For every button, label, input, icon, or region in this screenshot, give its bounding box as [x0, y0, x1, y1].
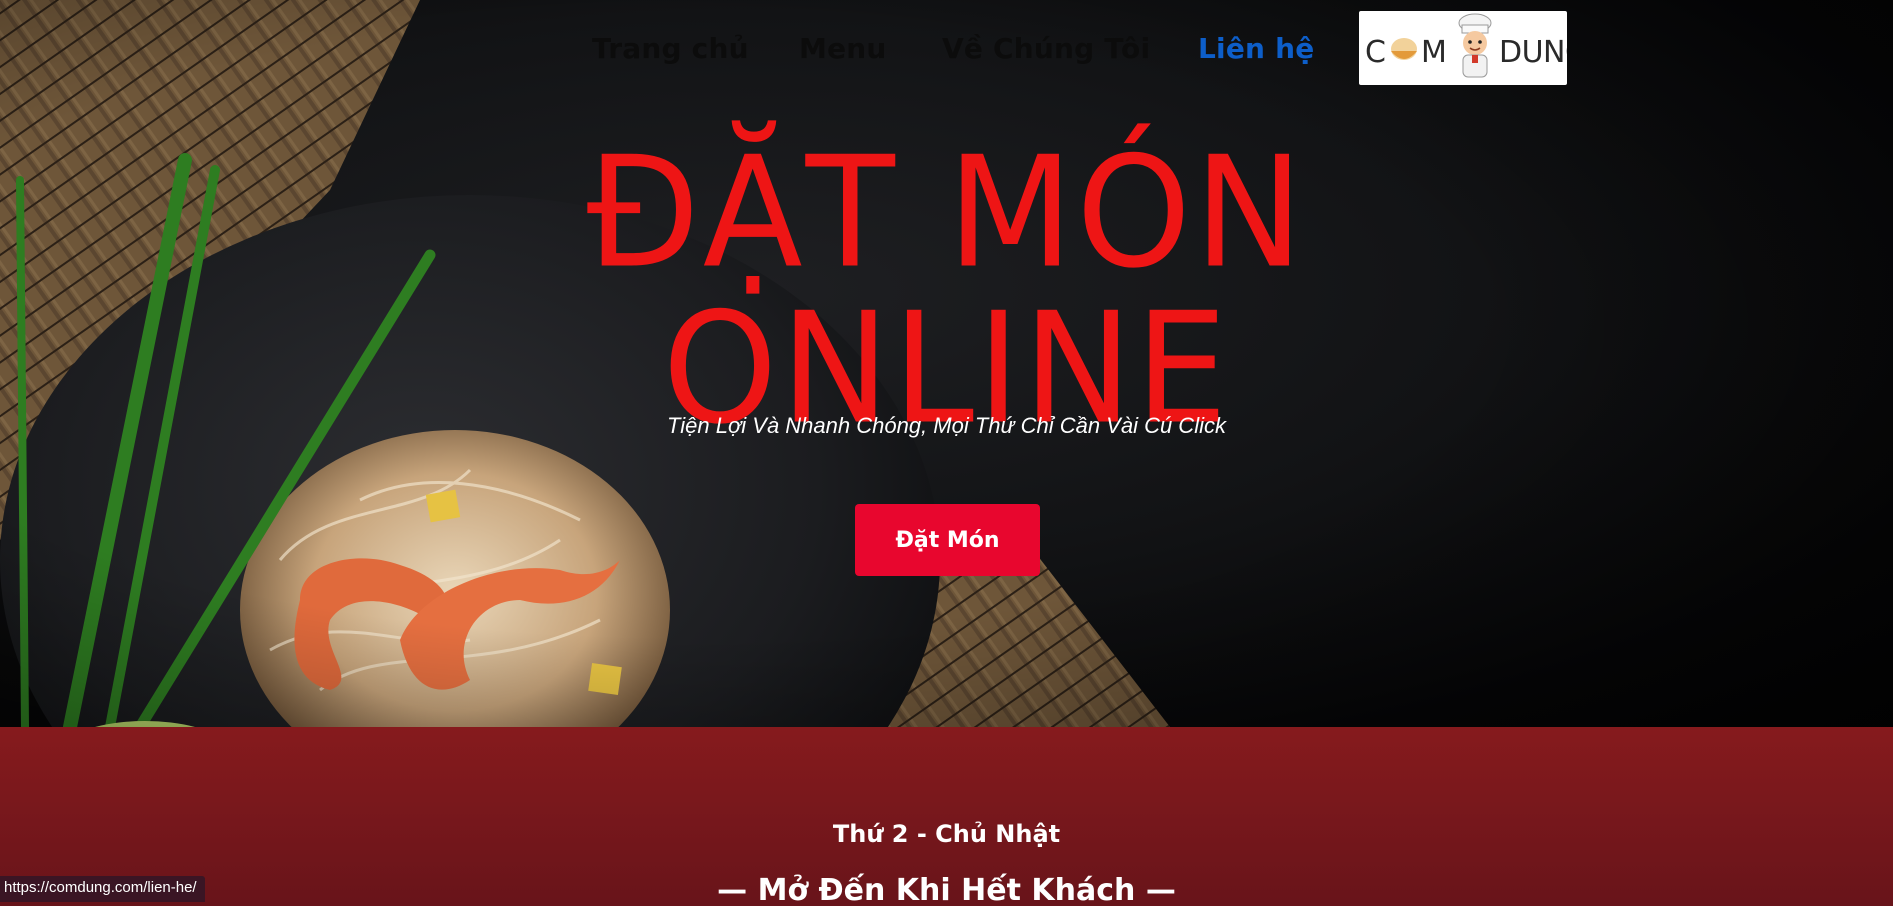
hero-subtitle: Tiện Lợi Và Nhanh Chóng, Mọi Thứ Chỉ Cần… — [667, 413, 1226, 438]
chef-mascot-icon — [1458, 13, 1492, 78]
nav-contact-link[interactable]: Liên hệ — [1198, 32, 1314, 65]
opening-hours-section: Thứ 2 - Chủ Nhật — Mở Đến Khi Hết Khách … — [0, 727, 1893, 906]
logo-text-c: C — [1365, 35, 1386, 70]
logo-text-dung: DUNG — [1499, 35, 1567, 70]
nav-home-link[interactable]: Trang chủ — [592, 32, 749, 65]
browser-status-url: https://comdung.com/lien-he/ — [0, 876, 205, 902]
rice-bowl-icon — [1391, 38, 1417, 60]
site-logo[interactable]: C M DUNG — [1359, 11, 1567, 85]
hero-section: Trang chủ Menu Về Chúng Tôi Liên hệ C M … — [0, 0, 1893, 727]
logo-text-m: M — [1421, 35, 1447, 70]
opening-days: Thứ 2 - Chủ Nhật — [832, 820, 1061, 848]
order-now-button[interactable]: Đặt Món — [855, 504, 1040, 576]
nav-about-link[interactable]: Về Chúng Tôi — [942, 32, 1150, 65]
hero-title-line1: ĐẶT MÓN — [586, 123, 1307, 303]
top-navigation: Trang chủ Menu Về Chúng Tôi Liên hệ C M … — [0, 0, 1893, 100]
nav-menu-link[interactable]: Menu — [799, 32, 887, 65]
opening-hours-text: — Mở Đến Khi Hết Khách — — [717, 873, 1176, 906]
